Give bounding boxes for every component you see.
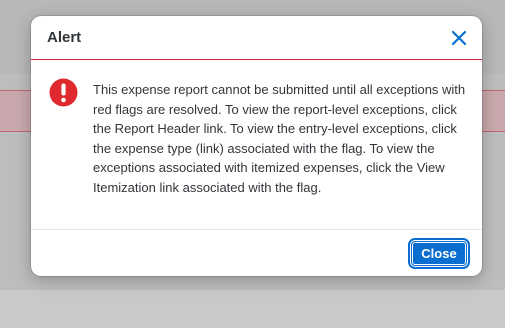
dialog-content: This expense report cannot be submitted … xyxy=(31,60,482,230)
close-button[interactable]: Close xyxy=(408,238,470,269)
dialog-title: Alert xyxy=(47,29,82,46)
dialog-footer: Close xyxy=(31,230,482,276)
close-icon[interactable] xyxy=(450,29,468,47)
alert-dialog: Alert This expense report cannot be subm… xyxy=(31,16,482,276)
background-app-footer xyxy=(0,290,505,328)
error-icon xyxy=(49,78,78,107)
alert-message: This expense report cannot be submitted … xyxy=(93,82,466,195)
dialog-header: Alert xyxy=(31,16,482,60)
